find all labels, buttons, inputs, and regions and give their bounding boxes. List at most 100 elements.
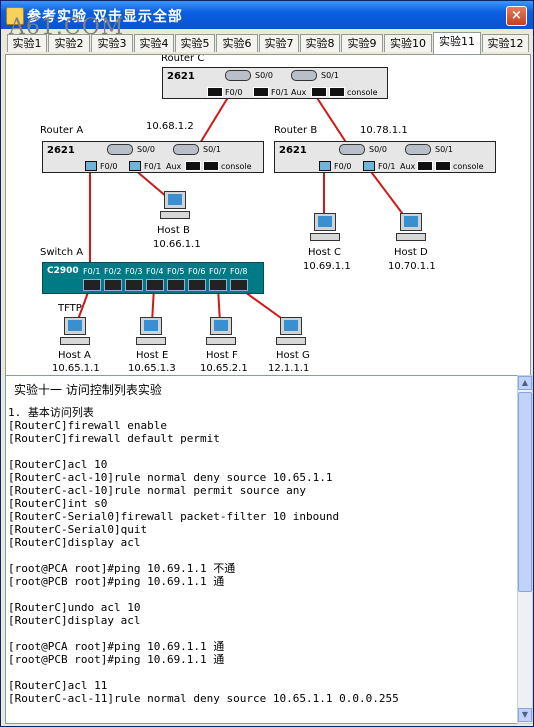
switch-port-label-3: F0/3 [125, 267, 143, 276]
router-a-f00-port[interactable] [85, 161, 97, 171]
switch-port-label-6: F0/6 [188, 267, 206, 276]
router-c-aux-label: Aux [291, 88, 307, 97]
scrollbar-thumb[interactable] [518, 392, 532, 592]
command-line: [RouterC]acl 10 [8, 458, 108, 471]
tab-lab-8[interactable]: 实验8 [300, 34, 340, 52]
scroll-down-arrow-icon[interactable]: ▼ [518, 708, 532, 722]
router-a-aux-label: Aux [166, 162, 182, 171]
switch-port-6[interactable] [188, 279, 206, 291]
switch-a[interactable]: C2900 F0/1 F0/2 F0/3 F0/4 F0/5 F0/6 F0/7… [42, 262, 264, 294]
close-button[interactable]: × [506, 6, 527, 26]
switch-port-1[interactable] [83, 279, 101, 291]
tftp-label: TFTP [58, 303, 82, 314]
command-line: [RouterC]acl 11 [8, 679, 108, 692]
router-c-s00-port[interactable] [225, 70, 251, 81]
scroll-up-arrow-icon[interactable]: ▲ [518, 376, 532, 390]
command-line: [RouterC]display acl [8, 536, 141, 549]
command-line: [RouterC]firewall enable [8, 419, 167, 432]
command-line: [RouterC-acl-10]rule normal permit sourc… [8, 484, 307, 497]
router-a-aux-port[interactable] [185, 161, 201, 171]
host-f-name: Host F [206, 350, 238, 361]
command-line [8, 549, 399, 562]
host-c-ip: 10.69.1.1 [303, 261, 351, 272]
command-line: [RouterC-acl-10]rule normal deny source … [8, 471, 333, 484]
command-line: [RouterC-Serial0]quit [8, 523, 148, 536]
router-c-s01-port[interactable] [291, 70, 317, 81]
router-a-f00-label: F0/0 [100, 162, 118, 171]
router-b-s01-port[interactable] [405, 144, 431, 155]
router-a-s01-port[interactable] [173, 144, 199, 155]
tab-lab-11[interactable]: 实验11 [433, 32, 481, 54]
command-line: [root@PCB root]#ping 10.69.1.1 通 [8, 575, 225, 588]
command-line: [RouterC]firewall default permit [8, 432, 220, 445]
lab-command-listing: 1. 基本访问列表 [RouterC]firewall enable [Router… [8, 406, 399, 705]
host-d-computer-icon[interactable] [396, 213, 428, 243]
switch-port-2[interactable] [104, 279, 122, 291]
router-c-f01-port[interactable] [253, 87, 269, 97]
command-line: [RouterC-acl-11]rule normal deny source … [8, 692, 399, 705]
tab-lab-5[interactable]: 实验5 [175, 34, 215, 52]
host-b-ip: 10.66.1.1 [153, 239, 201, 250]
router-c-console-port[interactable] [329, 87, 345, 97]
router-c-s01-label: S0/1 [321, 71, 339, 80]
router-c-aux-port[interactable] [311, 87, 327, 97]
router-b-f01-port[interactable] [363, 161, 375, 171]
lab-text-panel[interactable]: 实验十一 访问控制列表实验 1. 基本访问列表 [RouterC]firewall… [5, 375, 519, 724]
host-e-name: Host E [136, 350, 169, 361]
router-a-s01-label: S0/1 [203, 145, 221, 154]
command-line [8, 445, 399, 458]
host-b-computer-icon[interactable] [160, 191, 192, 221]
router-b-console-port[interactable] [435, 161, 451, 171]
router-a-caption: Router A [40, 125, 84, 136]
router-a-console-port[interactable] [203, 161, 219, 171]
host-a-computer-icon[interactable] [60, 317, 92, 347]
switch-port-3[interactable] [125, 279, 143, 291]
host-d-name: Host D [394, 247, 428, 258]
host-a-ip: 10.65.1.1 [52, 363, 100, 374]
command-line [8, 627, 399, 640]
switch-port-8[interactable] [230, 279, 248, 291]
router-b-console-label: console [453, 162, 484, 171]
host-e-computer-icon[interactable] [136, 317, 168, 347]
router-c-f00-port[interactable] [207, 87, 223, 97]
tab-lab-4[interactable]: 实验4 [134, 34, 174, 52]
router-c-f01-label: F0/1 [271, 88, 289, 97]
tab-lab-10[interactable]: 实验10 [384, 34, 432, 52]
command-line: [RouterC-Serial0]firewall packet-filter … [8, 510, 340, 523]
router-b-s00-port[interactable] [339, 144, 365, 155]
command-line: 1. 基本访问列表 [8, 406, 94, 419]
router-b[interactable]: 2621 S0/0 S0/1 F0/0 F0/1 Aux console [274, 141, 496, 173]
tab-lab-9[interactable]: 实验9 [341, 34, 383, 52]
switch-a-model: C2900 [47, 266, 79, 276]
router-b-s00-label: S0/0 [369, 145, 387, 154]
watermark-logo: A61.COM [9, 15, 125, 40]
router-a-f01-port[interactable] [129, 161, 141, 171]
host-c-computer-icon[interactable] [310, 213, 342, 243]
router-b-model: 2621 [279, 145, 307, 156]
vertical-scrollbar[interactable]: ▲ ▼ [517, 375, 533, 724]
tab-lab-6[interactable]: 实验6 [216, 34, 258, 52]
router-c-caption: Router C [161, 54, 205, 64]
tab-lab-12[interactable]: 实验12 [482, 34, 529, 52]
switch-port-5[interactable] [167, 279, 185, 291]
router-a-s00-label: S0/0 [137, 145, 155, 154]
lab-heading: 实验十一 访问控制列表实验 [14, 383, 162, 397]
router-a-f01-label: F0/1 [144, 162, 162, 171]
switch-a-caption: Switch A [40, 247, 84, 258]
host-f-computer-icon[interactable] [206, 317, 238, 347]
command-line: [RouterC]int s0 [8, 497, 108, 510]
router-a[interactable]: 2621 S0/0 S0/1 F0/0 F0/1 Aux console [42, 141, 264, 173]
command-line: [root@PCA root]#ping 10.69.1.1 不通 [8, 562, 236, 575]
host-g-computer-icon[interactable] [276, 317, 308, 347]
switch-port-7[interactable] [209, 279, 227, 291]
host-a-name: Host A [58, 350, 91, 361]
tab-lab-7[interactable]: 实验7 [259, 34, 299, 52]
command-line [8, 666, 399, 679]
router-b-f00-port[interactable] [319, 161, 331, 171]
command-line [8, 588, 399, 601]
router-b-aux-port[interactable] [417, 161, 433, 171]
switch-port-4[interactable] [146, 279, 164, 291]
router-a-s00-port[interactable] [107, 144, 133, 155]
link-bc-ip: 10.78.1.1 [360, 125, 408, 136]
router-c[interactable]: 2621 S0/0 S0/1 F0/0 F0/1 Aux console [162, 67, 388, 99]
